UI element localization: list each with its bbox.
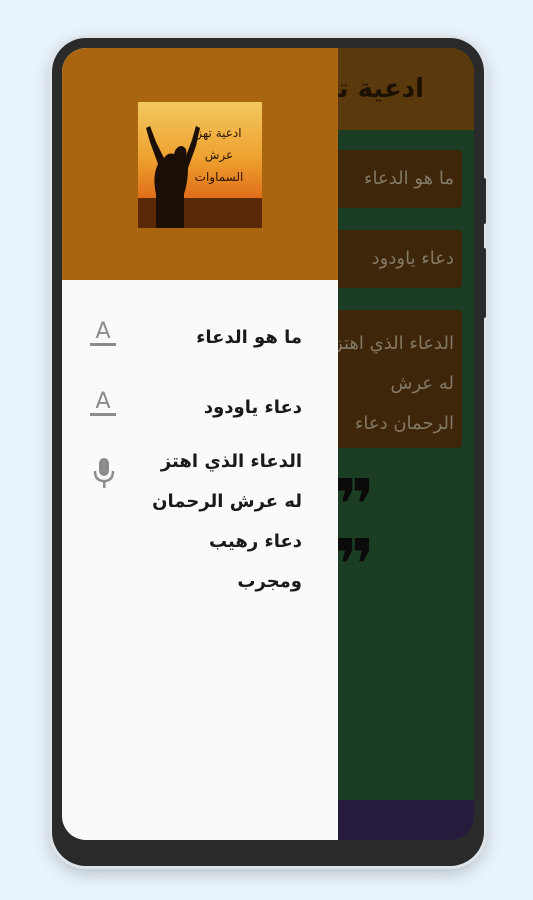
volume-button: [482, 178, 486, 224]
drawer-header: ادعية تهز عرش السماوات: [62, 48, 338, 280]
phone-screen: ادعية تهز عرش السماوات ‹ ما هو الدعاء ‹ …: [62, 48, 474, 840]
navigation-drawer: ادعية تهز عرش السماوات A ما هو الدعاء A: [62, 48, 338, 840]
phone-frame: ادعية تهز عرش السماوات ‹ ما هو الدعاء ‹ …: [52, 38, 486, 866]
drawer-item-dua-arsh[interactable]: الدعاء الذي اهتز له عرش الرحمان دعاء رهي…: [62, 440, 338, 600]
font-icon: A: [88, 388, 118, 422]
svg-text:A: A: [95, 319, 110, 344]
svg-text:A: A: [95, 389, 110, 414]
microphone-icon: [92, 456, 116, 494]
drawer-item-what-is-dua[interactable]: A ما هو الدعاء: [62, 310, 338, 370]
drawer-item-label: دعاء ياودود: [203, 397, 302, 418]
power-button: [482, 248, 486, 318]
drawer-item-ya-wadud[interactable]: A دعاء ياودود: [62, 380, 338, 440]
drawer-item-label: الدعاء الذي اهتز له عرش الرحمان دعاء رهي…: [152, 451, 302, 592]
drawer-item-label: ما هو الدعاء: [196, 327, 302, 348]
font-icon: A: [88, 318, 118, 352]
logo-text: ادعية تهز عرش السماوات: [194, 126, 244, 184]
app-logo: ادعية تهز عرش السماوات: [138, 102, 262, 228]
